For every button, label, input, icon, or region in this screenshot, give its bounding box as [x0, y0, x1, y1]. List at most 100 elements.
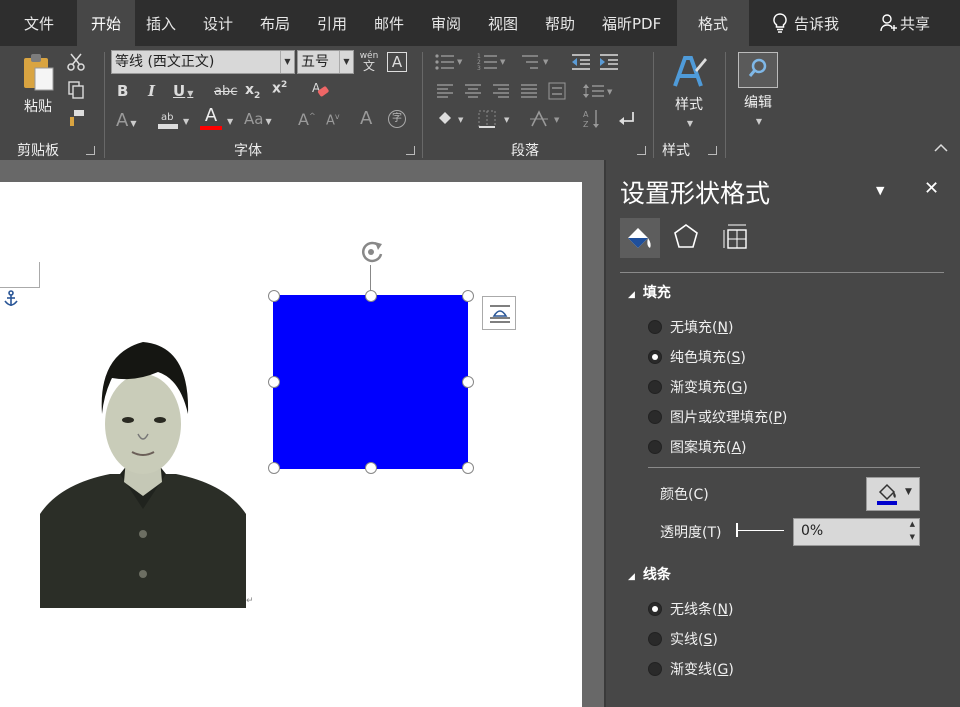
- clear-formatting-icon[interactable]: A: [310, 80, 330, 106]
- copy-icon[interactable]: [66, 80, 86, 104]
- italic-icon[interactable]: I: [148, 82, 155, 100]
- radio-button[interactable]: [648, 320, 662, 334]
- tab-mailings[interactable]: 邮件: [360, 0, 418, 46]
- effects-tab[interactable]: [672, 222, 700, 254]
- share-button[interactable]: 共享: [866, 0, 944, 46]
- character-border-icon[interactable]: A: [387, 52, 407, 72]
- collapse-ribbon-icon[interactable]: [934, 142, 948, 156]
- tab-format[interactable]: 格式: [677, 0, 749, 46]
- pattern-fill-option[interactable]: 图案填充(A): [648, 437, 747, 459]
- resize-handle-e[interactable]: [462, 376, 474, 388]
- paragraph-dialog-launcher[interactable]: [637, 146, 646, 155]
- tab-help[interactable]: 帮助: [531, 0, 589, 46]
- sort-icon[interactable]: AZ: [582, 108, 602, 134]
- document-page[interactable]: ↵: [0, 182, 582, 707]
- shrink-font-icon[interactable]: Av: [326, 112, 340, 128]
- spin-up-icon[interactable]: ▲: [910, 520, 915, 528]
- bold-icon[interactable]: B: [117, 82, 128, 100]
- chevron-down-icon[interactable]: ▼: [181, 112, 189, 128]
- font-family-select[interactable]: 等线 (西文正文) ▼: [111, 50, 295, 74]
- shading-icon[interactable]: ▼: [436, 110, 466, 132]
- find-button[interactable]: [738, 52, 778, 88]
- grow-font-icon[interactable]: A^: [298, 110, 316, 129]
- bullets-icon[interactable]: ▼: [434, 52, 464, 76]
- transparency-slider[interactable]: [736, 522, 786, 538]
- spin-down-icon[interactable]: ▼: [910, 533, 915, 541]
- resize-handle-w[interactable]: [268, 376, 280, 388]
- strikethrough-icon[interactable]: abc: [214, 84, 237, 99]
- resize-handle-s[interactable]: [365, 462, 377, 474]
- highlight-color-icon[interactable]: ab: [157, 108, 179, 134]
- increase-indent-icon[interactable]: [598, 52, 620, 76]
- fill-color-picker[interactable]: ▼: [866, 477, 920, 511]
- tab-file[interactable]: 文件: [10, 0, 68, 46]
- text-effects-icon[interactable]: A ▼: [116, 110, 136, 131]
- clipboard-dialog-launcher[interactable]: [86, 146, 95, 155]
- change-case-icon[interactable]: Aa ▼: [244, 110, 272, 128]
- show-formatting-marks-icon[interactable]: [616, 110, 636, 132]
- format-painter-icon[interactable]: [66, 108, 86, 132]
- phonetic-guide-button[interactable]: wén 文: [359, 51, 379, 72]
- solid-line-option[interactable]: 实线(S): [648, 629, 718, 651]
- distributed-icon[interactable]: [548, 82, 566, 104]
- tab-foxit-pdf[interactable]: 福昕PDF: [588, 0, 675, 46]
- editing-button[interactable]: 编辑 ▼: [738, 92, 778, 128]
- tab-design[interactable]: 设计: [189, 0, 247, 46]
- radio-button[interactable]: [648, 662, 662, 676]
- radio-button-selected[interactable]: [648, 602, 662, 616]
- size-properties-tab[interactable]: [722, 222, 750, 256]
- line-spacing-icon[interactable]: ▼: [582, 82, 614, 104]
- justify-icon[interactable]: [520, 82, 538, 104]
- radio-button[interactable]: [648, 440, 662, 454]
- styles-gallery-button[interactable]: 样式 ▼: [663, 52, 715, 130]
- pane-options-chevron-icon[interactable]: ▼: [876, 184, 884, 197]
- align-center-icon[interactable]: [464, 82, 482, 104]
- resize-handle-sw[interactable]: [268, 462, 280, 474]
- numbering-icon[interactable]: 1 2 3 ▼: [477, 52, 507, 76]
- no-fill-option[interactable]: 无填充(N): [648, 317, 733, 339]
- borders-icon[interactable]: ▼: [478, 110, 512, 132]
- solid-fill-option[interactable]: 纯色填充(S): [648, 347, 746, 369]
- tab-insert[interactable]: 插入: [132, 0, 190, 46]
- chinese-layout-icon[interactable]: ▼: [530, 110, 564, 132]
- line-section-header[interactable]: ◢ 线条: [628, 564, 671, 584]
- tab-view[interactable]: 视图: [474, 0, 532, 46]
- resize-handle-n[interactable]: [365, 290, 377, 302]
- no-line-option[interactable]: 无线条(N): [648, 599, 733, 621]
- fill-and-line-tab[interactable]: [620, 218, 660, 258]
- font-color-icon[interactable]: A: [200, 106, 222, 130]
- resize-handle-nw[interactable]: [268, 290, 280, 302]
- tab-references[interactable]: 引用: [303, 0, 361, 46]
- picture-texture-fill-option[interactable]: 图片或纹理填充(P): [648, 407, 787, 429]
- decrease-indent-icon[interactable]: [570, 52, 592, 76]
- subscript-icon[interactable]: x2: [245, 82, 260, 101]
- resize-handle-se[interactable]: [462, 462, 474, 474]
- tab-layout[interactable]: 布局: [246, 0, 304, 46]
- character-shading-icon[interactable]: A: [360, 108, 372, 129]
- superscript-icon[interactable]: x2: [272, 80, 287, 97]
- align-right-icon[interactable]: [492, 82, 510, 104]
- tab-review[interactable]: 审阅: [417, 0, 475, 46]
- gradient-line-option[interactable]: 渐变线(G): [648, 659, 734, 681]
- blue-rectangle-shape[interactable]: [273, 295, 468, 469]
- resize-handle-ne[interactable]: [462, 290, 474, 302]
- styles-dialog-launcher[interactable]: [708, 146, 717, 155]
- fill-section-header[interactable]: ◢ 填充: [628, 282, 671, 302]
- multilevel-list-icon[interactable]: ▼: [520, 52, 550, 76]
- anchor-icon[interactable]: [3, 290, 19, 312]
- radio-button-selected[interactable]: [648, 350, 662, 364]
- enclose-characters-icon[interactable]: 字: [388, 110, 406, 128]
- rotation-handle[interactable]: [357, 238, 389, 270]
- gradient-fill-option[interactable]: 渐变填充(G): [648, 377, 748, 399]
- layout-options-button[interactable]: [482, 296, 516, 330]
- cut-icon[interactable]: [66, 52, 86, 76]
- radio-button[interactable]: [648, 380, 662, 394]
- radio-button[interactable]: [648, 632, 662, 646]
- chevron-down-icon[interactable]: ▼: [225, 112, 233, 128]
- tell-me-search[interactable]: 告诉我: [758, 0, 853, 46]
- tab-home[interactable]: 开始: [77, 0, 136, 46]
- paste-button[interactable]: 粘贴: [18, 52, 58, 115]
- align-left-icon[interactable]: [436, 82, 454, 104]
- transparency-spinner[interactable]: 0% ▲ ▼: [793, 518, 920, 546]
- font-dialog-launcher[interactable]: [406, 146, 415, 155]
